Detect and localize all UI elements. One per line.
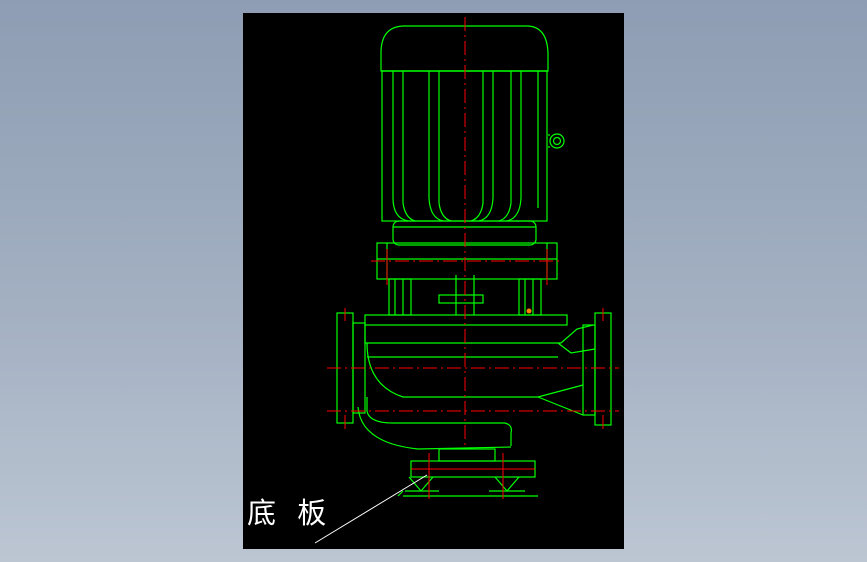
bracket-left	[388, 278, 412, 316]
centerlines	[327, 17, 619, 445]
cad-viewport[interactable]: 底 板	[243, 13, 624, 549]
base-plate-label: 底 板	[247, 496, 333, 530]
terminal-box	[549, 133, 565, 149]
casing-cover	[364, 314, 568, 326]
base-plate-top	[438, 448, 496, 462]
flange-right	[594, 312, 612, 426]
marker-dot	[526, 308, 532, 314]
pump-casing	[366, 342, 584, 398]
pump-drawing	[314, 17, 619, 544]
coupling	[438, 294, 484, 304]
volute-lower	[366, 397, 512, 446]
